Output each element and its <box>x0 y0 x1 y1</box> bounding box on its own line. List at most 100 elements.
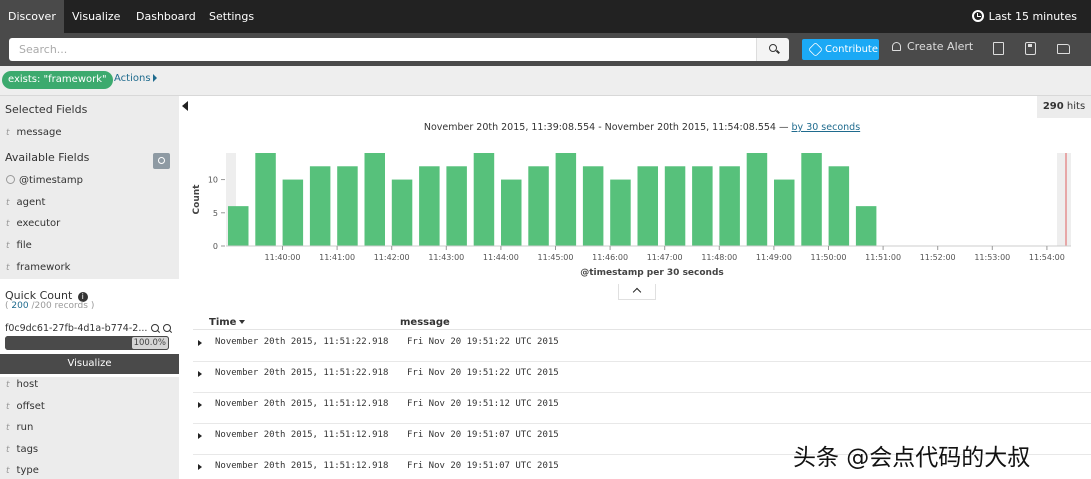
x-tick-label: 11:48:00 <box>701 253 737 262</box>
search-input[interactable] <box>9 38 756 61</box>
histogram-bar <box>828 166 850 246</box>
x-tick-label: 11:43:00 <box>428 253 464 262</box>
time-cell: November 20th 2015, 11:51:12.918 <box>215 399 389 409</box>
field-tags[interactable]: t tags <box>6 444 38 455</box>
create-alert-button[interactable]: Create Alert <box>892 33 973 66</box>
gear-icon[interactable] <box>153 153 170 169</box>
message-column-header[interactable]: message <box>400 317 450 328</box>
x-tick-label: 11:54:00 <box>1029 253 1065 262</box>
zoom-out-icon[interactable] <box>163 324 171 332</box>
range-text: November 20th 2015, 11:39:08.554 - Novem… <box>423 122 789 133</box>
search-bar: Contribute Create Alert <box>0 33 1091 66</box>
field-sidebar: Selected Fields t message Available Field… <box>0 96 179 479</box>
sort-down-icon <box>239 320 246 324</box>
histogram-bar <box>610 179 631 246</box>
expand-row-icon[interactable] <box>198 340 202 346</box>
x-tick-label: 11:41:00 <box>319 253 355 262</box>
message-cell: Fri Nov 20 19:51:12 UTC 2015 <box>407 399 559 409</box>
search-button[interactable] <box>756 38 789 61</box>
tab-dashboard[interactable]: Dashboard <box>128 0 204 33</box>
string-type-icon: t <box>6 380 10 390</box>
histogram-bar <box>746 153 768 246</box>
quick-count-summary: ( 200 /200 records ) <box>5 301 94 311</box>
expand-row-icon[interactable] <box>198 433 202 439</box>
collapse-sidebar-icon[interactable] <box>182 101 188 111</box>
x-tick-label: 11:42:00 <box>374 253 410 262</box>
actions-label: Actions <box>114 73 151 84</box>
x-tick-label: 11:47:00 <box>647 253 683 262</box>
tab-discover[interactable]: Discover <box>0 0 64 33</box>
bell-icon <box>892 42 901 51</box>
string-type-icon: t <box>6 402 10 412</box>
field-label: @timestamp <box>19 175 83 186</box>
field-executor[interactable]: t executor <box>6 218 60 229</box>
field-label: executor <box>16 218 61 229</box>
x-tick-label: 11:45:00 <box>538 253 574 262</box>
y-axis-label: Count <box>192 184 202 215</box>
zoom-in-icon[interactable] <box>151 324 159 332</box>
table-row[interactable]: November 20th 2015, 11:51:12.918 Fri Nov … <box>193 393 1091 424</box>
histogram-bar <box>364 153 385 246</box>
histogram-bar <box>501 179 522 246</box>
histogram-bar <box>692 166 713 246</box>
string-type-icon: t <box>6 423 10 433</box>
time-column-header[interactable]: Time <box>209 317 246 328</box>
string-type-icon: t <box>6 198 10 208</box>
histogram-bar <box>855 206 877 246</box>
expand-row-icon[interactable] <box>198 464 202 470</box>
message-cell: Fri Nov 20 19:51:07 UTC 2015 <box>407 430 559 440</box>
string-type-icon: t <box>6 128 10 138</box>
field-label: agent <box>16 197 46 208</box>
hits-count: 290 hits <box>1037 96 1091 118</box>
field-file[interactable]: t file <box>6 240 32 251</box>
interval-link[interactable]: by 30 seconds <box>792 122 861 133</box>
table-row[interactable]: November 20th 2015, 11:51:22.918 Fri Nov … <box>193 331 1091 362</box>
quick-count-progress: 100.0% <box>5 336 169 350</box>
visualize-button[interactable]: Visualize <box>0 354 179 374</box>
histogram-bar <box>228 206 249 246</box>
histogram-bar <box>391 179 413 246</box>
field-agent[interactable]: t agent <box>6 197 45 208</box>
histogram-bar <box>309 166 331 246</box>
field-host[interactable]: t host <box>6 379 38 390</box>
x-tick-label: 11:44:00 <box>483 253 519 262</box>
collapse-chart-button[interactable] <box>618 284 656 300</box>
save-icon[interactable] <box>1025 42 1036 55</box>
open-folder-icon[interactable] <box>1057 44 1070 54</box>
x-tick-label: 11:52:00 <box>920 253 956 262</box>
actions-menu[interactable]: Actions <box>114 73 157 84</box>
field-run[interactable]: t run <box>6 422 33 433</box>
field-label: type <box>16 465 39 476</box>
histogram-bar <box>637 166 658 246</box>
histogram-bar <box>473 153 495 246</box>
x-tick-label: 11:46:00 <box>592 253 628 262</box>
field-timestamp[interactable]: @timestamp <box>6 175 83 186</box>
string-type-icon: t <box>6 445 10 455</box>
new-search-icon[interactable] <box>993 42 1004 55</box>
tab-settings[interactable]: Settings <box>201 0 262 33</box>
y-tick-label: 0 <box>213 242 218 251</box>
message-cell: Fri Nov 20 19:51:07 UTC 2015 <box>407 461 559 471</box>
time-range-summary: November 20th 2015, 11:39:08.554 - Novem… <box>193 122 1091 133</box>
expand-row-icon[interactable] <box>198 402 202 408</box>
histogram-bar <box>664 166 686 246</box>
x-tick-label: 11:53:00 <box>974 253 1010 262</box>
filter-pill[interactable]: exists: "framework" <box>2 71 113 89</box>
message-cell: Fri Nov 20 19:51:22 UTC 2015 <box>407 337 559 347</box>
clock-icon <box>971 10 984 22</box>
selected-field-message[interactable]: t message <box>6 127 61 138</box>
field-type[interactable]: t type <box>6 465 39 476</box>
contribute-button[interactable]: Contribute <box>802 39 879 60</box>
field-framework[interactable]: t framework <box>6 262 70 273</box>
field-offset[interactable]: t offset <box>6 401 45 412</box>
tab-visualize[interactable]: Visualize <box>64 0 128 33</box>
table-row[interactable]: November 20th 2015, 11:51:22.918 Fri Nov … <box>193 362 1091 393</box>
expand-row-icon[interactable] <box>198 371 202 377</box>
range-edge-right <box>1057 153 1071 246</box>
filter-bar: exists: "framework" Actions <box>0 66 1091 96</box>
top-nav: Discover Visualize Dashboard Settings La… <box>0 0 1091 33</box>
y-tick-label: 5 <box>213 209 218 218</box>
histogram-bar <box>446 166 467 246</box>
time-picker[interactable]: Last 15 minutes <box>971 0 1077 33</box>
string-type-icon: t <box>6 219 10 229</box>
